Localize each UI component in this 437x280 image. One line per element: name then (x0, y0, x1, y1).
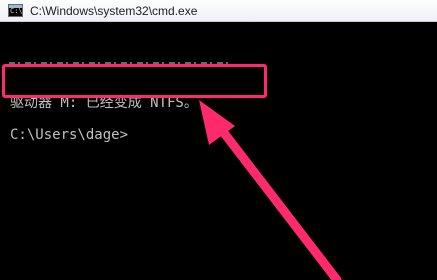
annotation-arrow (199, 100, 342, 280)
